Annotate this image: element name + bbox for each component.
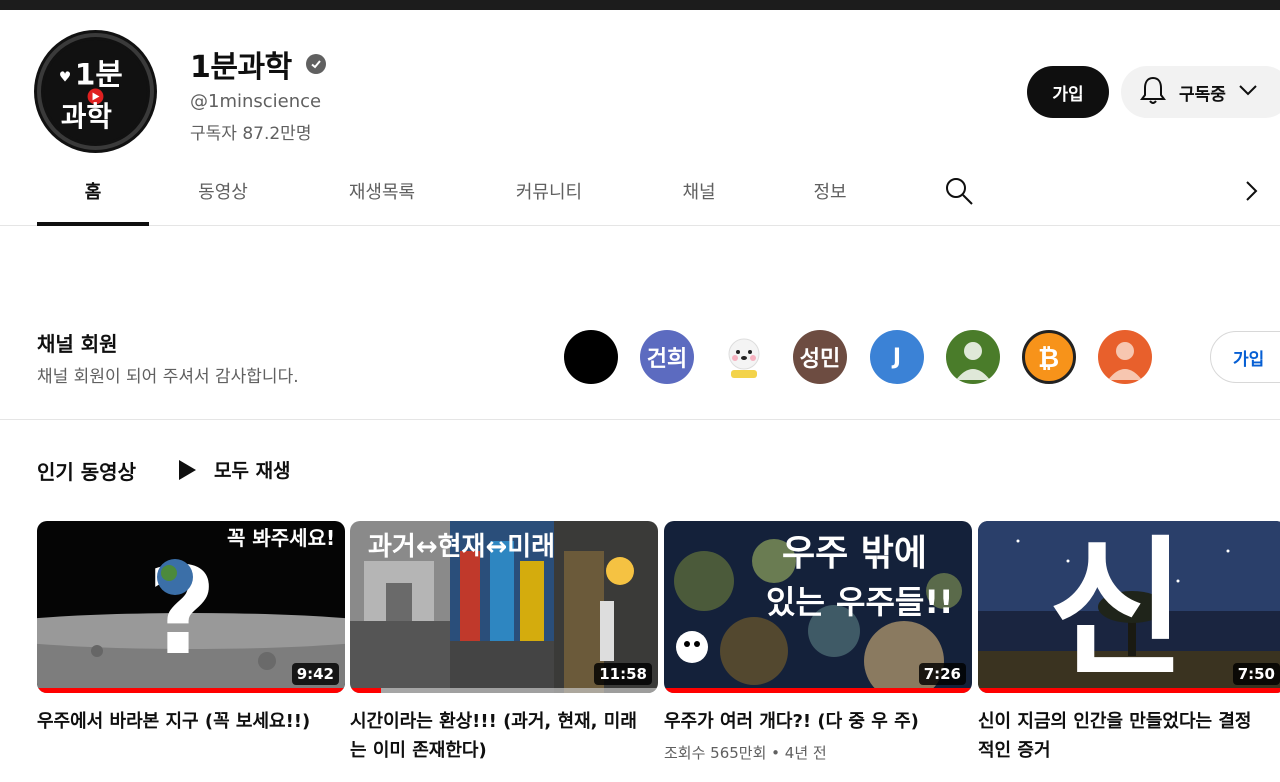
video-card[interactable]: 과거↔현재↔미래 11:58 시간이라는 환상!!! (과거, 현재, 미래는 … <box>350 521 658 765</box>
member-avatar[interactable] <box>1098 330 1152 384</box>
video-shelf: ? 꼭 봐주세요! 9:42 우주에서 바라본 지구 (꼭 보세요!!) 과거↔… <box>0 521 1280 782</box>
video-thumbnail[interactable]: 신 7:50 <box>978 521 1280 693</box>
subscriber-count: 구독자 87.2만명 <box>190 124 312 144</box>
play-icon <box>179 459 196 480</box>
popular-videos-header: 인기 동영상 모두 재생 <box>0 440 1280 500</box>
thumb-text: 신 <box>1048 523 1186 693</box>
video-duration: 7:26 <box>918 663 966 685</box>
thumb-text: 꼭 봐주세요! <box>227 526 335 550</box>
video-card[interactable]: 우주 밖에 있는 우주들!! 7:26 우주가 여러 개다?! (다 중 우 주… <box>664 521 972 763</box>
default-person-icon <box>956 342 990 380</box>
thumb-text: 과거↔현재↔미래 <box>368 532 555 562</box>
tab-about[interactable]: 정보 <box>796 178 864 204</box>
tab-channels[interactable]: 채널 <box>664 178 734 204</box>
tab-videos[interactable]: 동영상 <box>180 178 266 204</box>
video-title[interactable]: 우주에서 바라본 지구 (꼭 보세요!!) <box>37 707 327 736</box>
members-title: 채널 회원 <box>37 332 118 356</box>
channel-name-text: 1분과학 <box>190 50 292 85</box>
watch-progress <box>978 688 1280 693</box>
subscribed-label: 구독중 <box>1179 84 1226 105</box>
channel-avatar[interactable]: ♥ 1분 과학 <box>37 33 154 150</box>
svg-text:₿: ₿ <box>1038 344 1059 374</box>
channel-members-section: 채널 회원 채널 회원이 되어 주셔서 감사합니다. 건희 성민 J ₿ 가입 <box>0 300 1280 420</box>
video-meta: 조회수 565만회 • 4년 전 <box>664 744 827 762</box>
thumb-text: 있는 우주들!! <box>766 583 954 621</box>
play-all-button[interactable]: 모두 재생 <box>176 456 291 483</box>
members-subtitle: 채널 회원이 되어 주셔서 감사합니다. <box>37 367 299 387</box>
search-icon[interactable] <box>944 176 974 206</box>
join-button[interactable]: 가입 <box>1027 66 1109 118</box>
channel-header: ♥ 1분 과학 1분과학 @1minscience 구독자 87.2만명 가입 … <box>0 10 1280 160</box>
video-thumbnail[interactable]: 우주 밖에 있는 우주들!! 7:26 <box>664 521 972 693</box>
dog-avatar-icon <box>728 338 760 378</box>
video-title[interactable]: 신이 지금의 인간을 만들었다는 결정적인 증거 <box>978 707 1268 765</box>
member-avatar[interactable] <box>946 330 1000 384</box>
top-dark-strip <box>0 0 1280 10</box>
tab-home[interactable]: 홈 <box>37 178 149 204</box>
active-tab-indicator <box>37 222 149 226</box>
chevron-down-icon <box>1238 82 1258 102</box>
chevron-right-icon[interactable] <box>1238 178 1264 204</box>
member-avatar[interactable]: 건희 <box>640 330 694 384</box>
watch-progress <box>664 688 972 693</box>
watch-progress-track <box>350 688 658 693</box>
subscribed-button[interactable]: 구독중 <box>1121 66 1280 118</box>
watch-progress <box>37 688 345 693</box>
video-thumbnail[interactable]: ? 꼭 봐주세요! 9:42 <box>37 521 345 693</box>
play-all-label: 모두 재생 <box>214 460 291 482</box>
bell-icon <box>1139 75 1167 110</box>
video-title[interactable]: 시간이라는 환상!!! (과거, 현재, 미래는 이미 존재한다) <box>350 707 640 765</box>
video-card[interactable]: ? 꼭 봐주세요! 9:42 우주에서 바라본 지구 (꼭 보세요!!) <box>37 521 345 736</box>
watch-progress <box>350 688 381 693</box>
bitcoin-icon: ₿ <box>1038 344 1059 374</box>
logo-text-bottom: 과학 <box>61 100 113 133</box>
channel-tabs: 홈 동영상 재생목록 커뮤니티 채널 정보 <box>0 160 1280 226</box>
popular-title: 인기 동영상 <box>37 460 136 484</box>
verified-check-icon <box>305 54 326 74</box>
member-avatar[interactable] <box>564 330 618 384</box>
svg-text:♥: ♥ <box>59 70 71 86</box>
video-duration: 11:58 <box>594 663 652 685</box>
video-duration: 7:50 <box>1232 663 1280 685</box>
thumb-text: 우주 밖에 <box>782 533 927 574</box>
channel-name: 1분과학 <box>190 42 326 86</box>
member-avatar[interactable]: J <box>870 330 924 384</box>
tab-playlists[interactable]: 재생목록 <box>330 178 434 204</box>
member-avatar[interactable] <box>717 330 771 384</box>
logo-text-top: 1분 <box>75 58 123 93</box>
video-thumbnail[interactable]: 과거↔현재↔미래 11:58 <box>350 521 658 693</box>
channel-handle: @1minscience <box>190 91 322 112</box>
video-title[interactable]: 우주가 여러 개다?! (다 중 우 주) <box>664 707 954 736</box>
video-card[interactable]: 신 7:50 신이 지금의 인간을 만들었다는 결정적인 증거 <box>978 521 1280 765</box>
member-avatar[interactable]: ₿ <box>1022 330 1076 384</box>
members-join-button[interactable]: 가입 <box>1210 331 1280 383</box>
default-person-icon <box>1108 342 1142 380</box>
tab-community[interactable]: 커뮤니티 <box>496 178 602 204</box>
member-avatar[interactable]: 성민 <box>793 330 847 384</box>
video-duration: 9:42 <box>291 663 339 685</box>
